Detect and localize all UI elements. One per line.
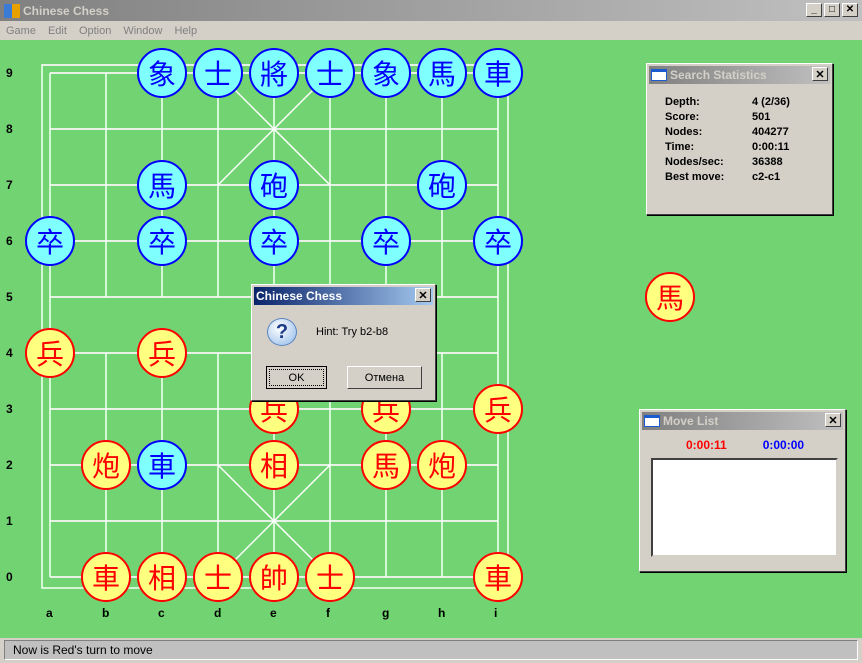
blue-timer: 0:00:00 — [762, 438, 805, 452]
file-label: e — [270, 606, 277, 620]
rank-label: 1 — [6, 514, 13, 528]
close-icon[interactable]: ✕ — [825, 413, 841, 427]
blue-piece[interactable]: 馬 — [137, 160, 187, 210]
dialog-message: Hint: Try b2-b8 — [316, 326, 389, 338]
stat-label: Time: — [665, 141, 695, 153]
red-piece[interactable]: 炮 — [81, 440, 131, 490]
menu-help[interactable]: Help — [168, 25, 203, 37]
stat-value: 501 — [752, 111, 771, 123]
stat-value: 4 (2/36) — [752, 96, 790, 108]
window-icon — [644, 415, 660, 427]
blue-piece[interactable]: 卒 — [25, 216, 75, 266]
blue-piece[interactable]: 卒 — [361, 216, 411, 266]
rank-label: 4 — [6, 346, 13, 360]
red-piece[interactable]: 相 — [249, 440, 299, 490]
red-piece[interactable]: 馬 — [361, 440, 411, 490]
blue-piece[interactable]: 卒 — [473, 216, 523, 266]
rank-label: 8 — [6, 122, 13, 136]
stat-value: c2-c1 — [752, 171, 781, 183]
menu-bar: Game Edit Option Window Help — [0, 21, 862, 40]
menu-window[interactable]: Window — [117, 25, 168, 37]
red-piece[interactable]: 士 — [305, 552, 355, 602]
stat-value: 36388 — [752, 156, 783, 168]
stat-label: Nodes/sec: — [665, 156, 724, 168]
title-bar: Chinese Chess _ □ ✕ — [0, 0, 862, 21]
stat-label: Score: — [665, 111, 700, 123]
cancel-button[interactable]: Отмена — [347, 366, 422, 389]
window-icon — [651, 69, 667, 81]
red-piece[interactable]: 兵 — [137, 328, 187, 378]
ok-button[interactable]: OK — [266, 366, 327, 389]
red-piece[interactable]: 兵 — [473, 384, 523, 434]
file-label: d — [214, 606, 222, 620]
blue-piece[interactable]: 卒 — [137, 216, 187, 266]
maximize-button[interactable]: □ — [824, 3, 840, 17]
rank-label: 6 — [6, 234, 13, 248]
minimize-button[interactable]: _ — [806, 3, 822, 17]
search-statistics-panel: Search Statistics ✕ Depth: 4 (2/36) Score: 5… — [646, 63, 833, 215]
rank-label: 2 — [6, 458, 13, 472]
stat-label: Best move: — [665, 171, 725, 183]
panel-title: Move List — [663, 414, 719, 428]
captured-piece: 馬 — [645, 272, 695, 322]
panel-title: Search Statistics — [670, 68, 767, 82]
blue-piece[interactable]: 士 — [305, 48, 355, 98]
file-label: h — [438, 606, 446, 620]
file-label: f — [326, 606, 330, 620]
dialog-title: Chinese Chess — [256, 289, 343, 303]
app-icon — [4, 3, 20, 18]
red-timer: 0:00:11 — [686, 438, 727, 452]
blue-piece[interactable]: 砲 — [417, 160, 467, 210]
file-label: g — [382, 606, 390, 620]
red-piece[interactable]: 炮 — [417, 440, 467, 490]
close-button[interactable]: ✕ — [842, 3, 858, 17]
rank-label: 0 — [6, 570, 13, 584]
close-icon[interactable]: ✕ — [812, 67, 828, 81]
close-icon[interactable]: ✕ — [415, 288, 431, 302]
blue-piece[interactable]: 象 — [137, 48, 187, 98]
stat-value: 0:00:11 — [752, 141, 790, 153]
blue-piece[interactable]: 象 — [361, 48, 411, 98]
menu-edit[interactable]: Edit — [42, 25, 73, 37]
file-label: i — [494, 606, 498, 620]
file-label: a — [46, 606, 53, 620]
red-piece[interactable]: 相 — [137, 552, 187, 602]
menu-game[interactable]: Game — [0, 25, 42, 37]
blue-piece[interactable]: 砲 — [249, 160, 299, 210]
move-list-panel: Move List ✕ 0:00:11 0:00:00 — [639, 409, 846, 572]
blue-piece[interactable]: 將 — [249, 48, 299, 98]
hint-dialog: Chinese Chess ✕ ? Hint: Try b2-b8 OK Отме… — [251, 284, 436, 401]
blue-piece[interactable]: 卒 — [249, 216, 299, 266]
status-bar: Now is Red's turn to move — [4, 640, 858, 660]
rank-label: 7 — [6, 178, 13, 192]
file-label: c — [158, 606, 165, 620]
window-title: Chinese Chess — [23, 3, 110, 18]
question-icon: ? — [267, 318, 297, 346]
blue-piece[interactable]: 馬 — [417, 48, 467, 98]
stat-value: 404277 — [752, 126, 789, 138]
red-piece[interactable]: 士 — [193, 552, 243, 602]
file-label: b — [102, 606, 110, 620]
stat-label: Depth: — [665, 96, 700, 108]
menu-option[interactable]: Option — [73, 25, 117, 37]
blue-piece[interactable]: 車 — [473, 48, 523, 98]
move-list-box[interactable] — [651, 458, 838, 557]
blue-piece[interactable]: 士 — [193, 48, 243, 98]
red-piece[interactable]: 帥 — [249, 552, 299, 602]
blue-piece[interactable]: 車 — [137, 440, 187, 490]
red-piece[interactable]: 車 — [81, 552, 131, 602]
red-piece[interactable]: 兵 — [25, 328, 75, 378]
rank-label: 5 — [6, 290, 13, 304]
rank-label: 9 — [6, 66, 13, 80]
rank-label: 3 — [6, 402, 13, 416]
stat-label: Nodes: — [665, 126, 703, 138]
red-piece[interactable]: 車 — [473, 552, 523, 602]
